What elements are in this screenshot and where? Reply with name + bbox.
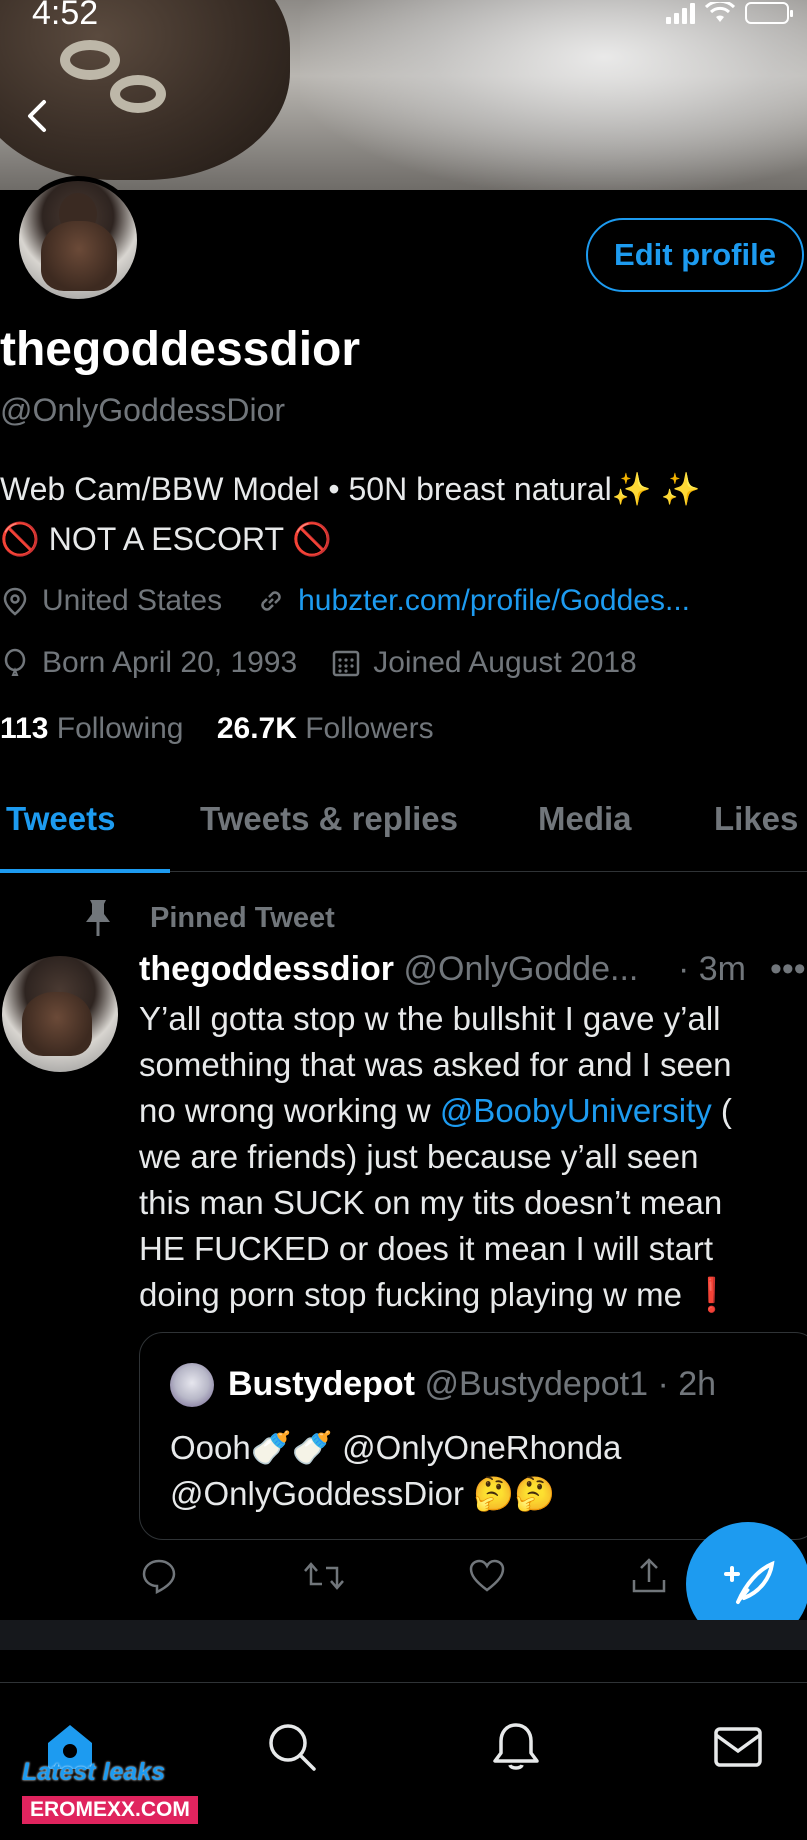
tweet-text-line: no wrong working w @BoobyUniversity ( — [139, 1088, 807, 1134]
tab-likes[interactable]: Likes — [714, 800, 798, 838]
search-icon[interactable] — [266, 1721, 318, 1773]
quoted-text-line: @OnlyGoddessDior 🤔🤔 — [170, 1475, 556, 1512]
mention-link[interactable]: @BoobyUniversity — [440, 1092, 712, 1129]
joined-text: Joined August 2018 — [373, 646, 637, 679]
followers-label: Followers — [305, 712, 434, 745]
quoted-author-handle: @Bustydepot1 — [424, 1365, 648, 1403]
signal-icon — [666, 2, 695, 24]
tweet-text-line: HE FUCKED or does it mean I will start — [139, 1230, 713, 1267]
profile-avatar[interactable] — [14, 176, 142, 304]
bell-icon[interactable] — [490, 1721, 542, 1773]
quoted-tweet-time: · 2h — [657, 1365, 717, 1403]
followers-count: 26.7K — [216, 712, 297, 745]
tweet-text-line: this man SUCK on my tits doesn’t mean — [139, 1184, 723, 1221]
watermark-badge: EROMEXX.COM — [22, 1796, 198, 1824]
quoted-text-line: Oooh🍼🍼 @OnlyOneRhonda — [170, 1429, 622, 1466]
banner-ring — [60, 40, 120, 80]
location-pin-icon — [3, 587, 27, 616]
tweet-text-fragment: no wrong working w — [139, 1092, 440, 1129]
battery-icon — [745, 2, 793, 24]
tweet-text-line: we are friends) just because y’all seen — [139, 1138, 699, 1175]
calendar-icon — [332, 650, 360, 677]
active-tab-indicator — [0, 869, 170, 873]
joined-item: Joined August 2018 — [331, 646, 637, 680]
follow-counts: 113 Following 26.7K Followers — [0, 712, 434, 746]
watermark-text: Latest leaks — [22, 1758, 166, 1786]
share-icon[interactable] — [629, 1556, 669, 1596]
following-link[interactable]: 113 Following — [0, 712, 183, 745]
profile-bio-line1: Web Cam/BBW Model • 50N breast natural✨ … — [0, 471, 701, 507]
location-text: United States — [42, 584, 223, 617]
banner-smoke-image — [300, 0, 807, 190]
quoted-tweet-text: Oooh🍼🍼 @OnlyOneRhonda @OnlyGoddessDior 🤔… — [170, 1425, 621, 1517]
quoted-tweet-header: Bustydepot @Bustydepot1 · 2h — [228, 1365, 716, 1404]
location-item: United States — [0, 584, 222, 618]
heart-icon[interactable] — [467, 1556, 507, 1596]
tweet-text-line: something that was asked for and I seen — [139, 1046, 732, 1083]
tweet-timestamp: · 3m — [678, 950, 746, 988]
tweet-separator — [0, 1620, 807, 1650]
more-options-icon[interactable]: ••• — [770, 950, 806, 989]
tab-tweets-replies[interactable]: Tweets & replies — [200, 800, 458, 838]
avatar-body — [41, 221, 117, 291]
tweet-header: thegoddessdior @OnlyGodde... — [139, 950, 638, 989]
following-count: 113 — [0, 712, 49, 745]
avatar-body — [22, 992, 92, 1056]
link-icon — [261, 591, 281, 611]
profile-tabs: Tweets Tweets & replies Media Likes — [0, 782, 807, 873]
retweet-icon[interactable] — [302, 1556, 346, 1596]
tweet-text-line: Y’all gotta stop w the bullshit I gave y… — [139, 1000, 721, 1037]
pin-icon — [86, 900, 110, 936]
website-link[interactable]: hubzter.com/profile/Goddes... — [298, 584, 690, 618]
chevron-left-icon[interactable] — [18, 96, 58, 136]
followers-link[interactable]: 26.7K Followers — [217, 712, 434, 745]
tweet-text-fragment: ( — [711, 1092, 732, 1129]
header-banner[interactable] — [0, 0, 807, 190]
reply-icon[interactable] — [139, 1556, 179, 1596]
pinned-indicator: Pinned Tweet — [80, 898, 335, 938]
status-time: 4:52 — [32, 0, 99, 32]
website-item[interactable]: hubzter.com/profile/Goddes... — [256, 584, 690, 618]
tweet-actions — [139, 1556, 666, 1604]
tweet-text: Y’all gotta stop w the bullshit I gave y… — [139, 996, 807, 1318]
quoted-author-name: Bustydepot — [228, 1365, 415, 1403]
profile-handle: @OnlyGoddessDior — [0, 392, 286, 428]
birthday-item: Born April 20, 1993 — [0, 646, 297, 680]
profile-meta-row-2: Born April 20, 1993 Joined August 2018 — [0, 646, 671, 680]
profile-display-name: thegoddessdior — [0, 323, 361, 376]
tab-media[interactable]: Media — [538, 800, 632, 838]
pinned-label: Pinned Tweet — [150, 901, 335, 934]
profile-meta-row-1: United States hubzter.com/profile/Goddes… — [0, 584, 724, 618]
status-icons — [666, 2, 793, 24]
mail-icon[interactable] — [712, 1721, 764, 1773]
tab-tweets[interactable]: Tweets — [6, 800, 115, 838]
balloon-icon — [4, 648, 26, 676]
birthday-text: Born April 20, 1993 — [42, 646, 298, 679]
compose-icon — [724, 1560, 775, 1604]
following-label: Following — [56, 712, 184, 745]
quoted-tweet-card[interactable]: Bustydepot @Bustydepot1 · 2h Oooh🍼🍼 @Onl… — [139, 1332, 807, 1540]
tweet-text-line: doing porn stop fucking playing w me ❗ — [139, 1276, 733, 1313]
banner-ring — [110, 75, 166, 113]
wifi-icon — [705, 2, 735, 22]
quoted-author-avatar — [170, 1363, 214, 1407]
tweet-author-handle[interactable]: @OnlyGodde... — [403, 950, 638, 988]
tweet-author-name[interactable]: thegoddessdior — [139, 950, 394, 988]
profile-bio-line2: 🚫 NOT A ESCORT 🚫 — [0, 521, 333, 557]
edit-profile-button[interactable]: Edit profile — [586, 218, 804, 292]
tweet-author-avatar[interactable] — [2, 956, 118, 1072]
